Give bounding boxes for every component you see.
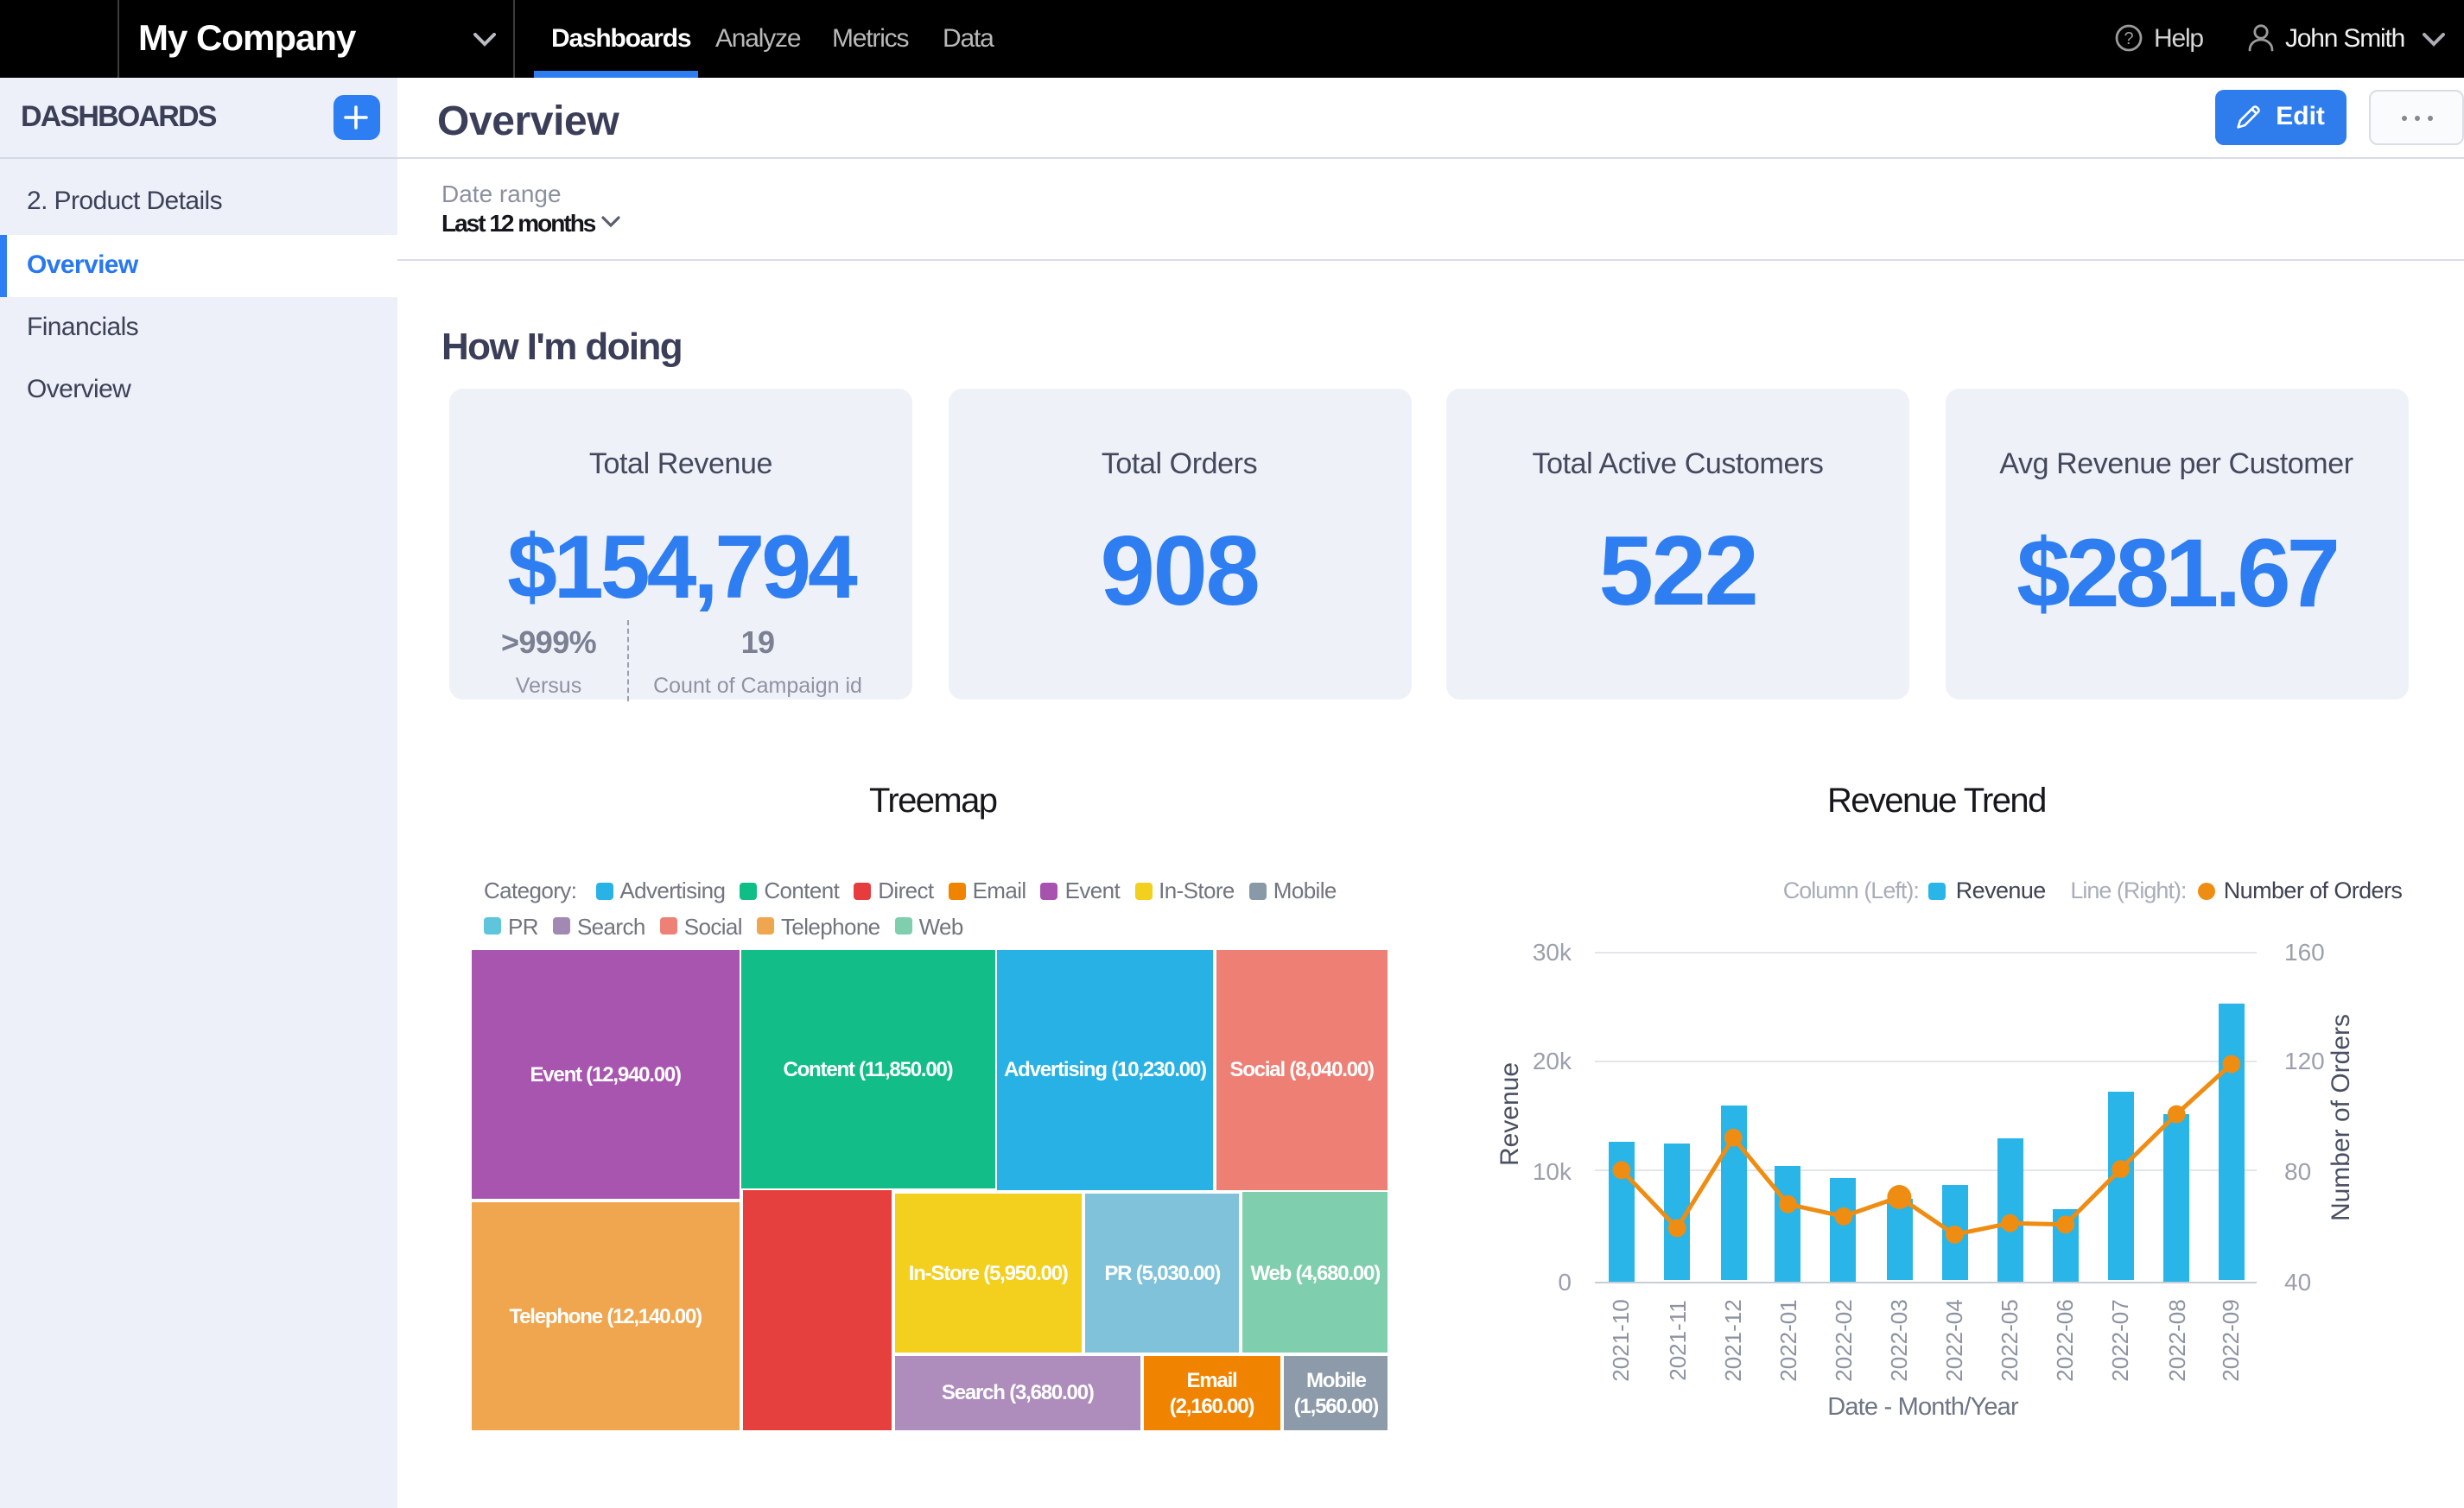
svg-text:?: ? [2124,29,2133,48]
